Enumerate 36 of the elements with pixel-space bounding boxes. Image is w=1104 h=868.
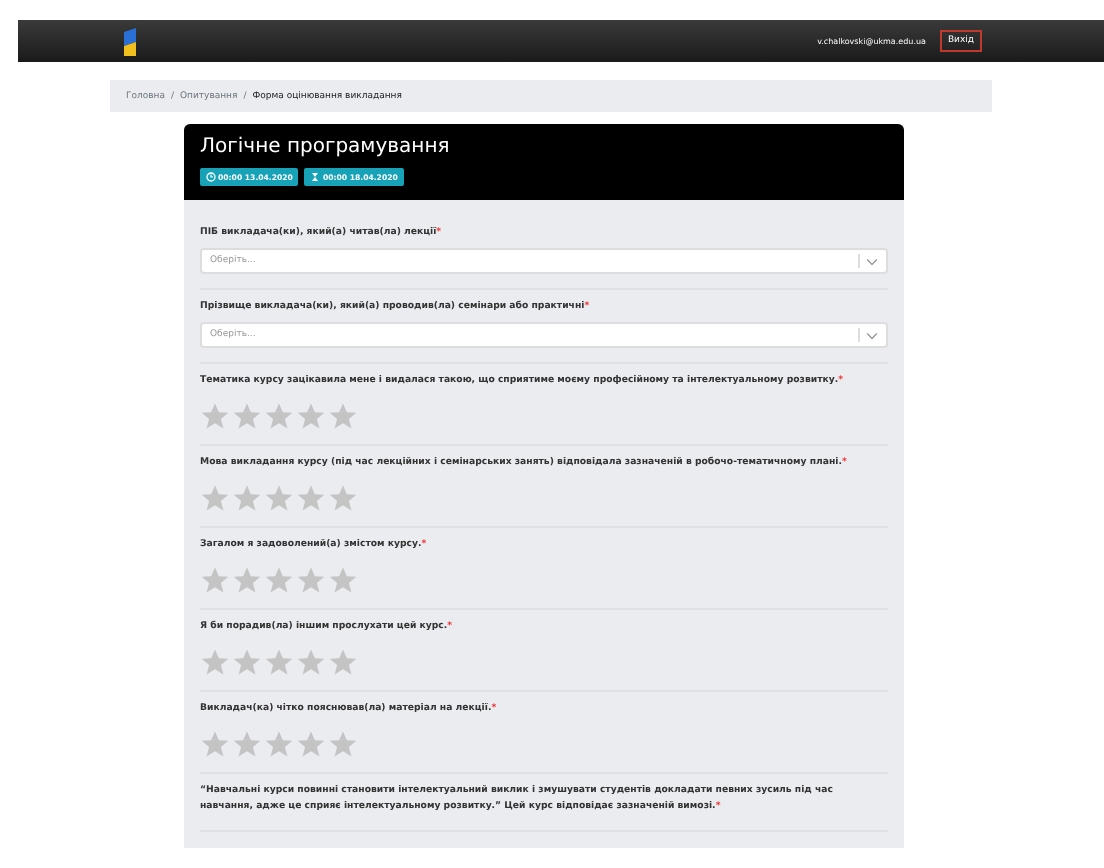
star-rating[interactable] <box>200 484 358 512</box>
survey-title: Логічне програмування <box>200 136 452 158</box>
star-icon[interactable] <box>296 484 326 512</box>
star-icon[interactable] <box>296 566 326 594</box>
star-rating[interactable] <box>200 730 358 758</box>
star-icon[interactable] <box>232 648 262 676</box>
star-rating[interactable] <box>200 648 358 676</box>
clock-icon <box>206 172 216 182</box>
star-icon[interactable] <box>232 566 262 594</box>
star-icon[interactable] <box>200 566 230 594</box>
star-icon[interactable] <box>264 402 294 430</box>
chevron-down-icon <box>866 331 878 339</box>
star-icon[interactable] <box>328 484 358 512</box>
star-icon[interactable] <box>200 402 230 430</box>
hourglass-icon <box>310 172 321 182</box>
star-rating[interactable] <box>200 566 358 594</box>
star-icon[interactable] <box>328 566 358 594</box>
star-icon[interactable] <box>264 648 294 676</box>
star-icon[interactable] <box>264 566 294 594</box>
star-icon[interactable] <box>328 402 358 430</box>
star-icon[interactable] <box>232 402 262 430</box>
star-icon[interactable] <box>296 648 326 676</box>
star-icon[interactable] <box>264 730 294 758</box>
star-icon[interactable] <box>296 730 326 758</box>
star-icon[interactable] <box>264 484 294 512</box>
star-icon[interactable] <box>232 484 262 512</box>
chevron-down-icon <box>866 257 878 265</box>
star-icon[interactable] <box>328 648 358 676</box>
star-icon[interactable] <box>200 484 230 512</box>
star-icon[interactable] <box>200 648 230 676</box>
star-icon[interactable] <box>232 730 262 758</box>
star-icon[interactable] <box>200 730 230 758</box>
star-icon[interactable] <box>328 730 358 758</box>
star-rating[interactable] <box>200 402 358 430</box>
star-icon[interactable] <box>296 402 326 430</box>
logo-icon[interactable] <box>122 25 138 57</box>
